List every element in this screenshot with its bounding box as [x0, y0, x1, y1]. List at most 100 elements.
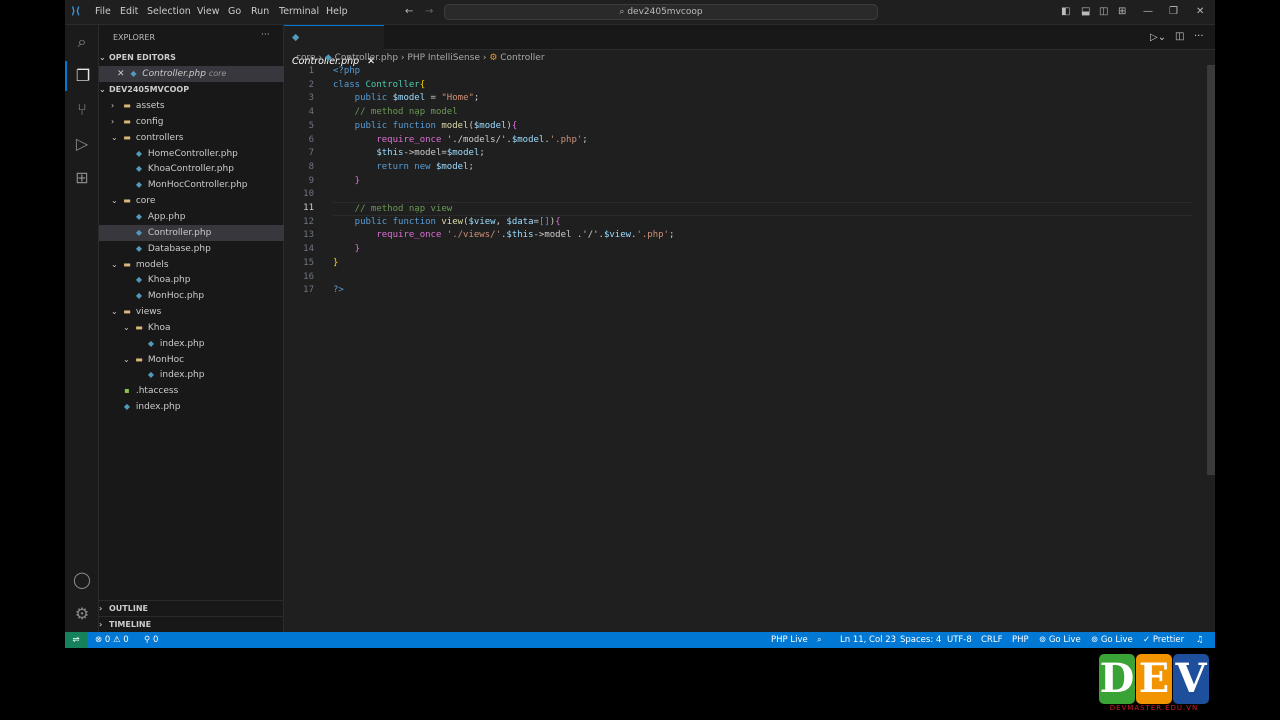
tree-file[interactable]: ◆ index.php	[99, 399, 284, 415]
tree-folder[interactable]: › ▬ assets	[99, 98, 284, 114]
minimize-icon[interactable]: —	[1143, 6, 1153, 17]
remote-indicator-icon[interactable]: ⇌	[65, 632, 87, 648]
run-debug-icon[interactable]: ▷	[65, 129, 99, 159]
menu-go[interactable]: Go	[228, 6, 241, 17]
line-number: 3	[308, 93, 314, 104]
tree-file[interactable]: ◆ Controller.php	[99, 224, 284, 241]
run-icon[interactable]: ▷⌄	[1150, 32, 1166, 43]
tree-item-label: config	[133, 116, 164, 127]
go-live-button-1[interactable]: ⊚ Go Live	[1039, 632, 1081, 648]
tree-folder[interactable]: ⌄ ▬ MonHoc	[99, 352, 284, 368]
tree-file[interactable]: ◆ App.php	[99, 209, 284, 225]
menu-run[interactable]: Run	[251, 6, 269, 17]
zoom-icon[interactable]: ⌕	[817, 632, 822, 648]
menu-file[interactable]: File	[95, 6, 111, 17]
line-number: 1	[308, 66, 314, 76]
more-actions-icon[interactable]: ···	[1194, 31, 1204, 42]
explorer-icon[interactable]: ❐	[65, 61, 99, 91]
problems-indicator[interactable]: ⊗ 0 ⚠ 0	[95, 632, 129, 648]
language-mode[interactable]: PHP	[1012, 632, 1029, 648]
code-line[interactable]: public function view($view, $data=[]){	[333, 216, 561, 230]
code-line[interactable]: require_once './models/'.$model.'.php';	[333, 134, 587, 148]
open-editors-header[interactable]: ⌄ OPEN EDITORS	[99, 50, 284, 66]
cursor-position[interactable]: Ln 11, Col 23	[840, 632, 896, 648]
code-line[interactable]: public function model($model){	[333, 120, 518, 134]
tree-folder[interactable]: ⌄ ▬ controllers	[99, 130, 284, 146]
code-line[interactable]: <?php	[333, 65, 360, 79]
toggle-panel-icon[interactable]: ⬓	[1081, 6, 1090, 17]
back-arrow-icon[interactable]: ←	[405, 6, 413, 17]
close-icon[interactable]: ✕	[117, 69, 125, 79]
split-editor-icon[interactable]: ◫	[1175, 31, 1184, 42]
more-actions-icon[interactable]: ···	[261, 30, 270, 40]
menu-terminal[interactable]: Terminal	[279, 6, 319, 17]
end-of-line[interactable]: CRLF	[981, 632, 1002, 648]
tree-folder[interactable]: › ▬ config	[99, 114, 284, 130]
menu-help[interactable]: Help	[326, 6, 348, 17]
tree-file[interactable]: ◆ MonHoc.php	[99, 288, 284, 304]
tree-item-label: index.php	[157, 370, 205, 381]
account-icon[interactable]: ◯	[65, 565, 99, 595]
tree-file[interactable]: ◆ Database.php	[99, 241, 284, 257]
toggle-secondary-sidebar-icon[interactable]: ◫	[1099, 6, 1108, 17]
tab-controller-php[interactable]: ◆ Controller.php ✕	[284, 25, 384, 67]
encoding[interactable]: UTF-8	[947, 632, 972, 648]
tree-folder[interactable]: ⌄ ▬ views	[99, 304, 284, 320]
tree-folder[interactable]: ⌄ ▬ core	[99, 193, 284, 209]
menu-selection[interactable]: Selection	[147, 6, 191, 17]
tree-file[interactable]: ◆ HomeController.php	[99, 146, 284, 162]
code-line[interactable]: require_once './views/'.$this->model .'/…	[333, 229, 674, 243]
vertical-scrollbar[interactable]	[1207, 65, 1215, 475]
code-token: ?>	[333, 285, 344, 296]
tree-file[interactable]: ▪ .htaccess	[99, 383, 284, 399]
open-editor-item[interactable]: ✕ ◆ Controller.php core	[99, 66, 284, 82]
forward-arrow-icon[interactable]: →	[425, 6, 433, 17]
notifications-bell-icon[interactable]: ♫	[1196, 632, 1204, 648]
line-number: 8	[308, 161, 314, 172]
tree-file[interactable]: ◆ KhoaController.php	[99, 161, 284, 177]
code-token: }	[333, 257, 339, 268]
logo-letter-v: V	[1173, 654, 1209, 704]
project-header[interactable]: ⌄ DEV2405MVCOOP	[99, 82, 284, 98]
extensions-icon[interactable]: ⊞	[65, 163, 99, 193]
code-token: model	[544, 230, 577, 241]
code-line[interactable]: return new $model;	[333, 161, 474, 175]
code-line[interactable]: $this->model=$model;	[333, 147, 484, 161]
outline-header[interactable]: › OUTLINE	[99, 600, 284, 616]
tree-file[interactable]: ◆ Khoa.php	[99, 272, 284, 288]
code-line[interactable]: }	[333, 257, 338, 271]
customize-layout-icon[interactable]: ⊞	[1118, 6, 1126, 17]
code-line[interactable]: public $model = "Home";	[333, 92, 480, 106]
tree-folder[interactable]: ⌄ ▬ models	[99, 257, 284, 273]
go-live-button-2[interactable]: ⊚ Go Live	[1091, 632, 1133, 648]
tree-folder[interactable]: ⌄ ▬ Khoa	[99, 320, 284, 336]
code-line[interactable]: }	[333, 175, 360, 189]
php-live-status[interactable]: PHP Live	[771, 632, 808, 648]
tree-file[interactable]: ◆ MonHocController.php	[99, 177, 284, 193]
close-window-icon[interactable]: ✕	[1196, 6, 1204, 17]
tree-file[interactable]: ◆ index.php	[99, 336, 284, 352]
code-line[interactable]: // method nạp view	[333, 202, 1193, 216]
menu-view[interactable]: View	[197, 6, 220, 17]
code-line[interactable]: class Controller{	[333, 79, 425, 93]
search-view-icon[interactable]: ⌕	[65, 27, 99, 57]
code-line[interactable]: // method nạp model	[333, 106, 458, 120]
code-line[interactable]: }	[333, 243, 360, 257]
command-center-search[interactable]: ⌕ dev2405mvcoop	[444, 4, 878, 20]
prettier-status[interactable]: ✓ Prettier	[1143, 632, 1184, 648]
source-control-icon[interactable]: ⑂	[65, 95, 99, 125]
tree-file[interactable]: ◆ index.php	[99, 367, 284, 383]
chevron-right-icon: ›	[111, 101, 115, 110]
restore-icon[interactable]: ❐	[1169, 6, 1178, 17]
ports-indicator[interactable]: ⚲ 0	[144, 632, 158, 648]
folder-icon: ▬	[123, 116, 131, 126]
settings-gear-icon[interactable]: ⚙	[65, 599, 99, 629]
php-file-icon: ◆	[324, 53, 332, 63]
indentation[interactable]: Spaces: 4	[900, 632, 941, 648]
timeline-header[interactable]: › TIMELINE	[99, 616, 284, 632]
code-line[interactable]: ?>	[333, 284, 344, 298]
toggle-primary-sidebar-icon[interactable]: ◧	[1061, 6, 1070, 17]
editor-area: ◆ Controller.php ✕ ▷⌄ ◫ ··· core › ◆ Cont…	[284, 25, 1215, 632]
code-token: $data	[506, 216, 534, 227]
menu-edit[interactable]: Edit	[120, 6, 138, 17]
